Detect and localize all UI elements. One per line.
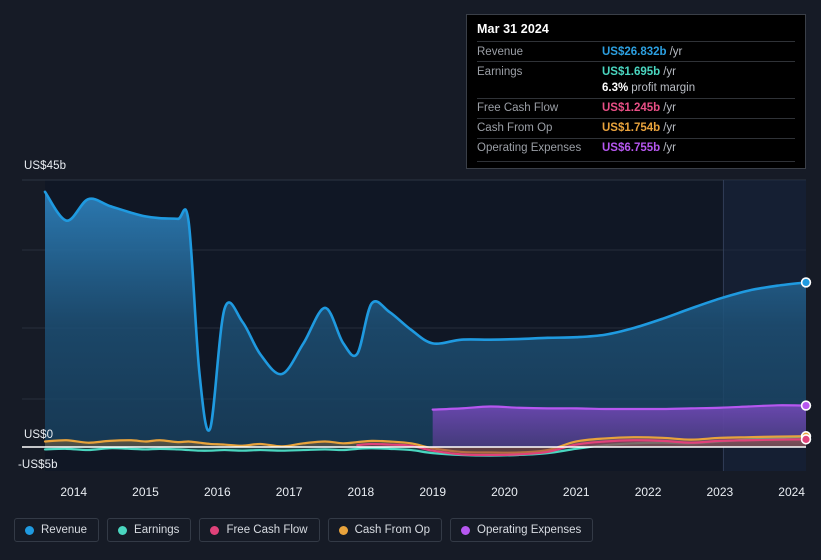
tooltip-value-free-cash-flow: US$1.245b	[602, 102, 661, 114]
legend-label: Earnings	[134, 524, 180, 536]
legend-item-operating-expenses[interactable]: Operating Expenses	[450, 518, 594, 542]
tooltip-value-cash-from-op: US$1.754b	[602, 122, 661, 134]
tooltip-label-profit-margin: profit margin	[631, 82, 696, 94]
x-axis-label-2022: 2022	[634, 485, 662, 499]
x-axis-label-2024: 2024	[778, 485, 805, 499]
legend-item-revenue[interactable]: Revenue	[14, 518, 100, 542]
legend-item-cash-from-op[interactable]: Cash From Op	[327, 518, 443, 542]
x-axis-label-2019: 2019	[419, 485, 447, 499]
x-axis-label-2018: 2018	[347, 485, 375, 499]
legend-label: Revenue	[41, 524, 88, 536]
data-tooltip: Mar 31 2024 Revenue US$26.832b /yr Earni…	[466, 14, 806, 169]
tooltip-label-free-cash-flow: Free Cash Flow	[477, 102, 559, 114]
tooltip-value-operating-expenses: US$6.755b	[602, 142, 661, 154]
tooltip-value-profit-margin: 6.3%	[602, 82, 629, 94]
tooltip-row-profit-margin: 6.3% profit margin	[477, 81, 795, 98]
legend-item-free-cash-flow[interactable]: Free Cash Flow	[199, 518, 320, 542]
legend-dot-icon	[461, 525, 471, 535]
tooltip-row-revenue: Revenue US$26.832b /yr	[477, 41, 795, 61]
y-axis-label-zero: US$0	[24, 429, 54, 441]
legend-label: Cash From Op	[354, 524, 431, 536]
tooltip-unit-free-cash-flow: /yr	[663, 102, 676, 114]
tooltip-label-cash-from-op: Cash From Op	[477, 122, 553, 134]
legend-label: Free Cash Flow	[226, 524, 308, 536]
x-axis-label-2021: 2021	[562, 485, 590, 499]
tooltip-value-earnings: US$1.695b	[602, 65, 661, 78]
tooltip-row-operating-expenses: Operating Expenses US$6.755b /yr	[477, 137, 795, 158]
legend-dot-icon	[338, 525, 348, 535]
y-axis-label-bottom: -US$5b	[18, 459, 58, 471]
y-axis-label-top: US$45b	[24, 160, 67, 172]
legend-dot-icon	[210, 525, 220, 535]
tooltip-unit-revenue: /yr	[669, 45, 683, 58]
tooltip-unit-earnings: /yr	[663, 65, 676, 78]
legend-dot-icon	[118, 525, 128, 535]
x-axis-label-2016: 2016	[203, 485, 231, 499]
tooltip-label-operating-expenses: Operating Expenses	[477, 142, 582, 154]
tooltip-value-revenue: US$26.832b	[602, 45, 667, 58]
x-axis-label-2015: 2015	[132, 485, 159, 499]
tooltip-label-earnings: Earnings	[477, 65, 523, 78]
x-axis-label-2014: 2014	[60, 485, 88, 499]
chart-legend: Revenue Earnings Free Cash Flow Cash From O…	[14, 518, 594, 542]
x-axis-label-2023: 2023	[706, 485, 734, 499]
tooltip-unit-operating-expenses: /yr	[663, 142, 676, 154]
tooltip-label-revenue: Revenue	[477, 45, 524, 58]
x-axis-label-2020: 2020	[491, 485, 518, 499]
legend-label: Operating Expenses	[477, 524, 582, 536]
tooltip-bottom-divider	[477, 160, 795, 162]
financial-chart: US$45b US$0 -US$5b 2014 2015 2016 2017 2018 2…	[0, 0, 821, 560]
tooltip-unit-cash-from-op: /yr	[663, 122, 676, 134]
legend-item-earnings[interactable]: Earnings	[107, 518, 192, 542]
x-axis-label-2017: 2017	[275, 485, 303, 499]
legend-dot-icon	[25, 525, 34, 535]
tooltip-row-earnings: Earnings US$1.695b /yr	[477, 61, 795, 81]
tooltip-date: Mar 31 2024	[477, 22, 549, 36]
tooltip-row-free-cash-flow: Free Cash Flow US$1.245b /yr	[477, 97, 795, 118]
tooltip-row-cash-from-op: Cash From Op US$1.754b /yr	[477, 117, 795, 138]
